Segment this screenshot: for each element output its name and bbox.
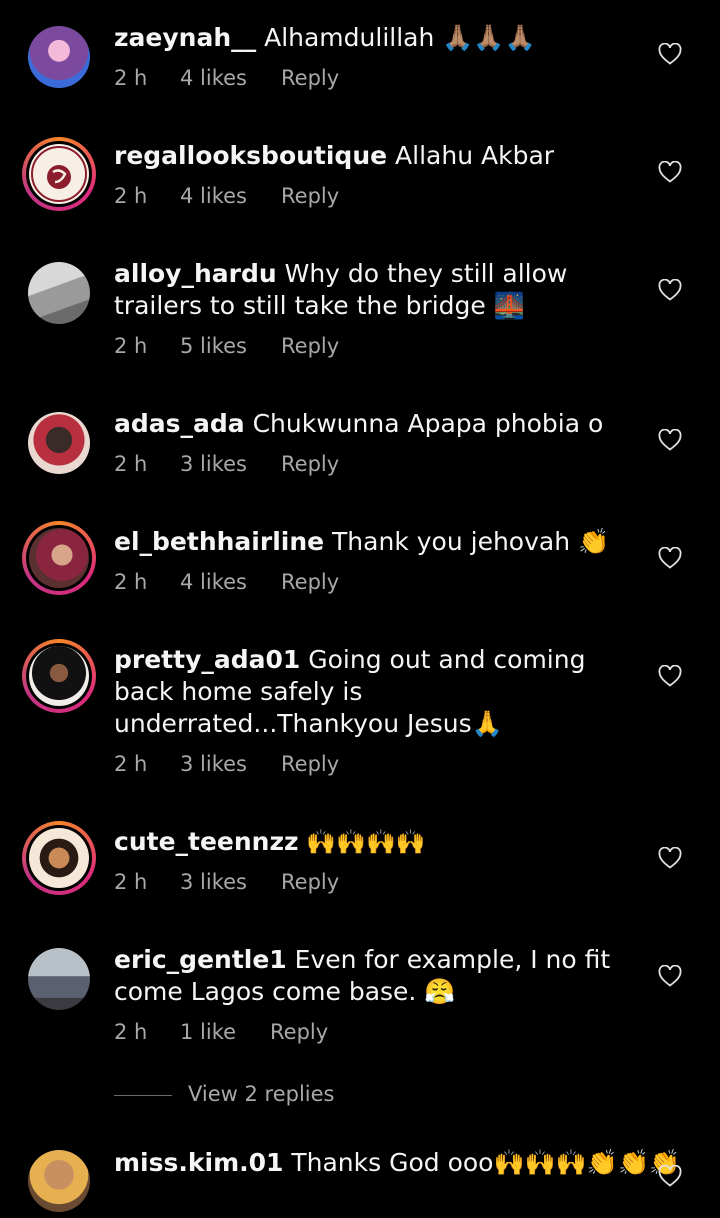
avatar-image	[28, 262, 90, 324]
regal-looks-logo	[31, 146, 87, 202]
comment-text: cute_teennzz 🙌🙌🙌🙌	[114, 826, 639, 858]
heart-outline-icon[interactable]	[658, 43, 682, 65]
avatar-image	[29, 646, 89, 706]
likes-count[interactable]: 4 likes	[180, 184, 281, 208]
username[interactable]: pretty_ada01	[114, 645, 300, 674]
timestamp: 2 h	[114, 570, 148, 594]
comment-text: miss.kim.01 Thanks God ooo🙌🙌🙌👏👏👏	[114, 1147, 680, 1179]
avatar-image	[29, 528, 89, 588]
avatar[interactable]	[22, 406, 96, 480]
comment-meta: 2 h 4 likes Reply	[114, 184, 339, 208]
username[interactable]: regallooksboutique	[114, 141, 387, 170]
avatar[interactable]	[22, 1144, 96, 1218]
avatar[interactable]	[22, 20, 96, 94]
username[interactable]: zaeynah__	[114, 23, 256, 52]
username[interactable]: miss.kim.01	[114, 1148, 283, 1177]
view-replies-label[interactable]: View 2 replies	[188, 1082, 335, 1106]
avatar-logo	[29, 144, 89, 204]
reply-button[interactable]: Reply	[281, 570, 339, 594]
reply-button[interactable]: Reply	[281, 452, 339, 476]
timestamp: 2 h	[114, 334, 148, 358]
comment-body: Thank you jehovah 👏	[324, 527, 610, 556]
heart-outline-icon[interactable]	[658, 665, 682, 687]
username[interactable]: adas_ada	[114, 409, 245, 438]
comment-text: alloy_hardu Why do they still allow trai…	[114, 258, 639, 322]
likes-count[interactable]: 3 likes	[180, 452, 281, 476]
likes-count[interactable]: 4 likes	[180, 570, 281, 594]
comment-meta: 2 h 1 like Reply	[114, 1020, 328, 1044]
heart-outline-icon[interactable]	[658, 429, 682, 451]
comment-meta: 2 h 5 likes Reply	[114, 334, 339, 358]
comment-body: Alhamdulillah 🙏🏽🙏🏽🙏🏽	[256, 23, 536, 52]
likes-count[interactable]: 4 likes	[180, 66, 281, 90]
username[interactable]: cute_teennzz	[114, 827, 299, 856]
timestamp: 2 h	[114, 184, 148, 208]
timestamp: 2 h	[114, 1020, 148, 1044]
comment-text: pretty_ada01 Going out and coming back h…	[114, 644, 639, 740]
avatar-image	[28, 948, 90, 1010]
timestamp: 2 h	[114, 452, 148, 476]
timestamp: 2 h	[114, 752, 148, 776]
reply-button[interactable]: Reply	[281, 66, 339, 90]
comment-text: zaeynah__ Alhamdulillah 🙏🏽🙏🏽🙏🏽	[114, 22, 639, 54]
reply-button[interactable]: Reply	[281, 752, 339, 776]
avatar[interactable]	[22, 521, 96, 595]
timestamp: 2 h	[114, 66, 148, 90]
heart-outline-icon[interactable]	[658, 1165, 682, 1187]
comment-meta: 2 h 3 likes Reply	[114, 752, 339, 776]
likes-count[interactable]: 3 likes	[180, 870, 281, 894]
comment-body: 🙌🙌🙌🙌	[298, 828, 426, 856]
avatar-image	[28, 26, 90, 88]
comment-text: adas_ada Chukwunna Apapa phobia o	[114, 408, 639, 440]
comment-body: Allahu Akbar	[387, 141, 555, 170]
divider-line	[114, 1094, 172, 1096]
comment-text: eric_gentle1 Even for example, I no fit …	[114, 944, 639, 1008]
likes-count[interactable]: 5 likes	[180, 334, 281, 358]
avatar[interactable]	[22, 256, 96, 330]
avatar[interactable]	[22, 821, 96, 895]
heart-outline-icon[interactable]	[658, 161, 682, 183]
heart-outline-icon[interactable]	[658, 279, 682, 301]
comment-meta: 2 h 3 likes Reply	[114, 870, 339, 894]
timestamp: 2 h	[114, 870, 148, 894]
likes-count[interactable]: 3 likes	[180, 752, 281, 776]
comment-meta: 2 h 3 likes Reply	[114, 452, 339, 476]
comment-body: Chukwunna Apapa phobia o	[244, 409, 604, 438]
avatar[interactable]	[22, 639, 96, 713]
avatar-image	[28, 412, 90, 474]
username[interactable]: alloy_hardu	[114, 259, 277, 288]
heart-outline-icon[interactable]	[658, 965, 682, 987]
reply-button[interactable]: Reply	[281, 334, 339, 358]
reply-button[interactable]: Reply	[270, 1020, 328, 1044]
reply-button[interactable]: Reply	[281, 870, 339, 894]
heart-outline-icon[interactable]	[658, 847, 682, 869]
comment-meta: 2 h 4 likes Reply	[114, 570, 339, 594]
reply-button[interactable]: Reply	[281, 184, 339, 208]
comment-meta: 2 h 4 likes Reply	[114, 66, 339, 90]
view-replies-button[interactable]: View 2 replies	[114, 1082, 335, 1106]
avatar[interactable]	[22, 137, 96, 211]
avatar-image	[28, 1150, 90, 1212]
username[interactable]: eric_gentle1	[114, 945, 287, 974]
comment-text: el_bethhairline Thank you jehovah 👏	[114, 526, 639, 558]
avatar-image	[29, 828, 89, 888]
comment-body: Thanks God ooo🙌🙌🙌👏👏👏	[283, 1148, 681, 1177]
comment-text: regallooksboutique Allahu Akbar	[114, 140, 639, 172]
username[interactable]: el_bethhairline	[114, 527, 324, 556]
likes-count[interactable]: 1 like	[180, 1020, 270, 1044]
heart-outline-icon[interactable]	[658, 547, 682, 569]
avatar[interactable]	[22, 942, 96, 1016]
